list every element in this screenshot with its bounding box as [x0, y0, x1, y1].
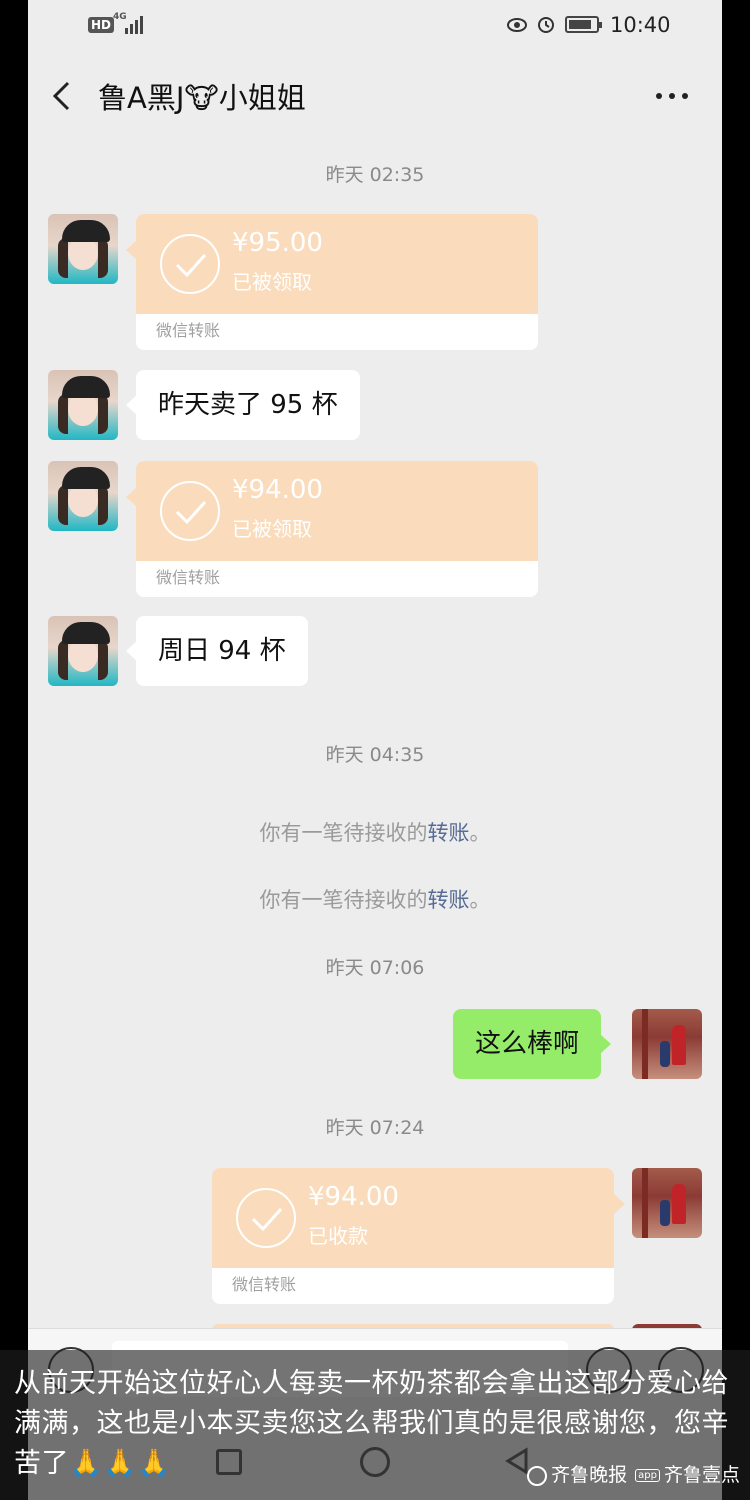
transfer-status: 已被领取: [232, 270, 312, 294]
own-message-bubble[interactable]: 这么棒啊: [453, 1009, 612, 1079]
transfer-status: 已收款: [308, 1224, 368, 1248]
contact-avatar[interactable]: [48, 616, 118, 686]
chat-header: 鲁A黑J🐮小姐姐: [28, 52, 722, 140]
system-message-text: 你有一笔待接收的: [259, 888, 428, 912]
transfer-amount: ¥95.00: [232, 228, 323, 258]
check-circle-icon: [236, 1188, 296, 1248]
transfer-amount: ¥94.00: [308, 1182, 399, 1212]
system-message-suffix: 。: [469, 821, 491, 845]
own-avatar[interactable]: [632, 1009, 702, 1079]
transfer-card[interactable]: ¥94.00 已被领取 微信转账: [136, 461, 538, 597]
check-circle-icon: [160, 481, 220, 541]
watermark-badge: app: [635, 1469, 660, 1482]
transfer-link[interactable]: 转账: [428, 821, 470, 845]
own-avatar[interactable]: [632, 1168, 702, 1238]
pray-emoji: 🙏🙏🙏: [69, 1448, 172, 1479]
transfer-amount: ¥94.00: [232, 475, 323, 505]
transfer-footer: 微信转账: [136, 561, 538, 597]
contact-name-title: 鲁A黑J🐮小姐姐: [98, 81, 306, 115]
battery-icon: [565, 16, 602, 33]
system-message: 你有一笔待接收的转账。: [28, 817, 722, 847]
message-bubble[interactable]: 周日 94 杯: [126, 616, 308, 686]
watermark: 齐鲁晚报 app 齐鲁壹点: [527, 1460, 740, 1487]
time-separator: 昨天 02:35: [325, 164, 425, 186]
system-message-suffix: 。: [469, 888, 491, 912]
eye-icon: [506, 14, 528, 36]
transfer-footer: 微信转账: [136, 314, 538, 350]
contact-avatar[interactable]: [48, 461, 118, 531]
contact-avatar[interactable]: [48, 370, 118, 440]
clock-time: 10:40: [610, 13, 671, 37]
contact-avatar[interactable]: [48, 214, 118, 284]
watermark-text-2: 齐鲁壹点: [663, 1464, 740, 1486]
transfer-link[interactable]: 转账: [428, 888, 470, 912]
status-bar: HD 4G 10:40: [28, 0, 722, 52]
transfer-card[interactable]: ¥94.00 已收款 微信转账: [212, 1168, 614, 1304]
system-message-text: 你有一笔待接收的: [259, 821, 428, 845]
more-dots-icon[interactable]: [654, 90, 690, 102]
chat-screen: HD 4G 10:40 鲁A黑J🐮小姐姐 昨天 02:35 ¥95.00 已被领…: [28, 0, 722, 1500]
time-separator: 昨天 07:06: [325, 957, 425, 979]
watermark-text-1: 齐鲁晚报: [551, 1464, 628, 1486]
alarm-icon: [536, 14, 556, 34]
transfer-footer: 微信转账: [212, 1268, 614, 1304]
time-separator: 昨天 04:35: [325, 744, 425, 766]
hd-badge: HD: [88, 17, 115, 33]
time-separator: 昨天 07:24: [325, 1117, 425, 1139]
transfer-card[interactable]: ¥95.00 已被领取 微信转账: [136, 214, 538, 350]
signal-icon: [125, 14, 145, 34]
chevron-left-icon[interactable]: [48, 80, 78, 112]
subtitle-caption: 从前天开始这位好心人每卖一杯奶茶都会拿出这部分爱心给满满，这也是小本买卖您这么帮…: [0, 1350, 750, 1500]
watermark-logo-icon: [527, 1465, 548, 1486]
message-bubble[interactable]: 昨天卖了 95 杯: [126, 370, 360, 440]
system-message: 你有一笔待接收的转账。: [28, 884, 722, 914]
check-circle-icon: [160, 234, 220, 294]
transfer-status: 已被领取: [232, 517, 312, 541]
